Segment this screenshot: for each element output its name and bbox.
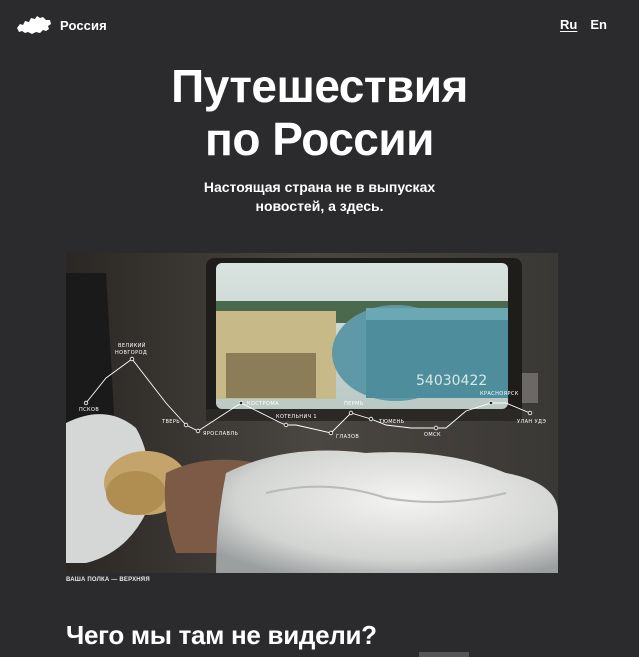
route-label-yaroslavl: ЯРОСЛАВЛЬ — [203, 431, 238, 437]
route-label-krasnoyarsk: КРАСНОЯРСК — [480, 391, 519, 397]
logo-text: Россия — [60, 17, 107, 33]
route-label-kotelnich: КОТЕЛЬНИЧ 1 — [276, 414, 317, 420]
route-label-tver: ТВЕРЬ — [161, 419, 180, 425]
route-label-tyumen: ТЮМЕНЬ — [378, 419, 405, 425]
section-title: Чего мы там не видели? — [66, 620, 377, 650]
route-label-kostroma: КОСТРОМА — [247, 401, 279, 407]
lang-en[interactable]: En — [590, 17, 607, 32]
lang-ru[interactable]: Ru — [560, 17, 577, 32]
hero-caption: ВАША ПОЛКА — ВЕРХНЯЯ — [66, 577, 150, 583]
content-preview-block — [419, 652, 469, 657]
route-label-novgorod-1: ВЕЛИКИЙ — [118, 342, 146, 349]
route-label-pskov: ПСКОВ — [79, 407, 99, 413]
page-title: Путешествия по России — [171, 60, 468, 165]
russia-map-icon — [17, 16, 51, 34]
wagon-number: 54030422 — [416, 373, 487, 389]
route-label-glazov: ГЛАЗОВ — [336, 434, 359, 440]
hero-image: 54030422 ПСКОВ ВЕЛИКИЙ НОВГОРОД ТВЕРЬ ЯР… — [66, 253, 558, 573]
page-subtitle: Настоящая страна не в выпусках новостей,… — [203, 179, 436, 214]
route-label-omsk: ОМСК — [424, 432, 441, 438]
route-label-novgorod-2: НОВГОРОД — [115, 350, 147, 356]
site-header: Россия Ru En — [0, 0, 639, 50]
logo[interactable]: Россия — [16, 14, 107, 36]
language-switcher: Ru En — [560, 17, 607, 32]
route-label-ulan-ude: УЛАН УДЭ — [517, 419, 546, 425]
route-label-perm: ПЕРМЬ — [344, 401, 364, 407]
